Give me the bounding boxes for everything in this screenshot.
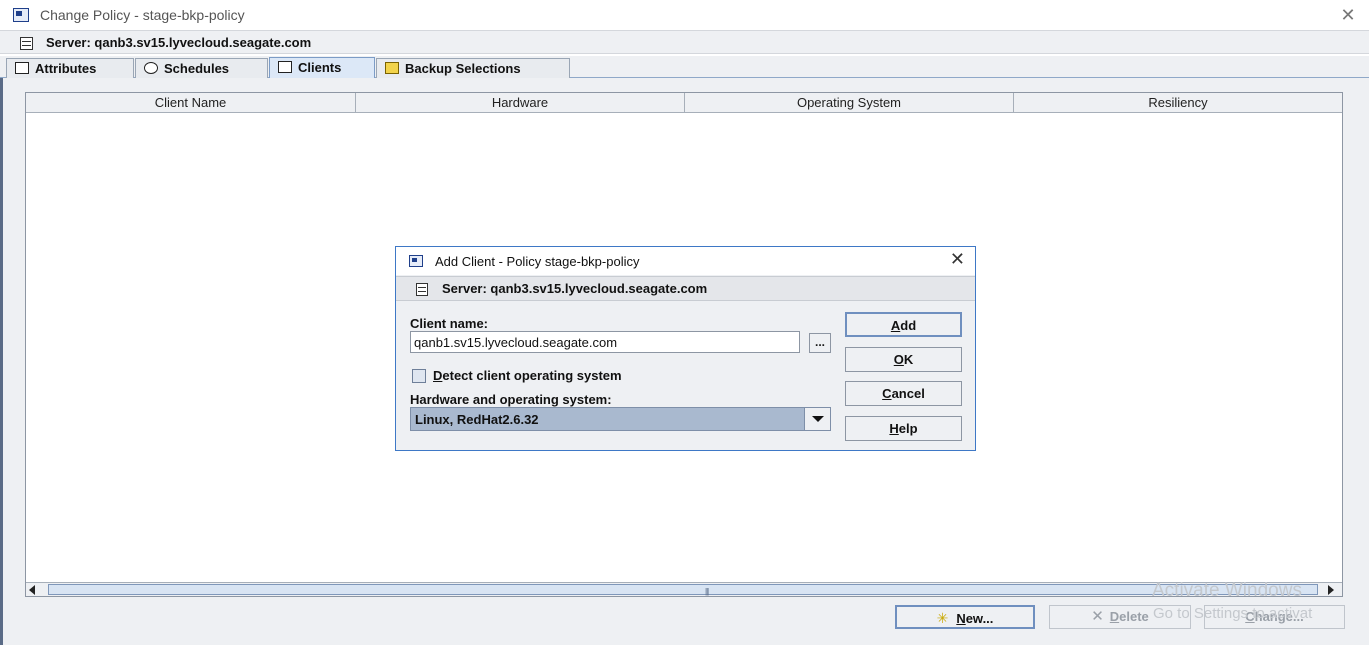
cancel-button[interactable]: Cancel: [845, 381, 962, 406]
detect-os-checkbox[interactable]: [412, 369, 426, 383]
server-label: Server: qanb3.sv15.lyvecloud.seagate.com: [46, 35, 312, 50]
clients-icon: [278, 61, 292, 73]
scroll-right-icon[interactable]: [1328, 585, 1334, 595]
dialog-server-icon: [416, 283, 428, 296]
new-star-icon: ✳: [936, 610, 949, 626]
dialog-titlebar: Add Client - Policy stage-bkp-policy ✕: [396, 247, 975, 275]
detect-os-label[interactable]: Detect client operating system: [433, 368, 622, 383]
tab-attributes-label: Attributes: [35, 61, 97, 76]
window-title: Change Policy - stage-bkp-policy: [40, 7, 245, 23]
column-header-operating-system[interactable]: Operating System: [685, 93, 1014, 113]
scrollbar-grip-icon: |||: [705, 587, 709, 596]
column-header-hardware[interactable]: Hardware: [356, 93, 685, 113]
tab-backup-selections[interactable]: Backup Selections: [376, 58, 570, 78]
window-titlebar: Change Policy - stage-bkp-policy ✕: [0, 0, 1369, 30]
help-mnemonic: H: [889, 421, 899, 436]
activate-windows-watermark: Activate Windows: [1152, 580, 1302, 601]
schedules-icon: [144, 62, 158, 74]
ok-button[interactable]: OK: [845, 347, 962, 372]
browse-clients-button[interactable]: ...: [809, 333, 831, 353]
netbackup-app-icon: [13, 8, 29, 22]
server-bar: Server: qanb3.sv15.lyvecloud.seagate.com: [0, 30, 1369, 54]
activate-windows-hint: Go to Settings to activat: [1153, 605, 1313, 622]
dialog-title: Add Client - Policy stage-bkp-policy: [435, 254, 640, 269]
server-icon: [20, 37, 33, 50]
dialog-server-bar: Server: qanb3.sv15.lyvecloud.seagate.com: [396, 276, 975, 301]
help-button[interactable]: Help: [845, 416, 962, 441]
cancel-mnemonic: C: [882, 386, 892, 401]
new-button-label: ew...: [965, 611, 994, 626]
tab-clients-label: Clients: [298, 60, 342, 75]
ok-label: K: [903, 352, 914, 367]
delete-x-icon: ✕: [1091, 608, 1104, 625]
add-label: dd: [900, 318, 917, 333]
hw-os-select[interactable]: Linux, RedHat2.6.32: [410, 407, 831, 431]
window-close-button[interactable]: ✕: [1337, 4, 1359, 26]
policy-tabs: Attributes Schedules Clients Backup Sele…: [0, 56, 1369, 79]
chevron-down-icon[interactable]: [804, 408, 830, 430]
hw-os-label: Hardware and operating system:: [410, 392, 612, 407]
attributes-icon: [15, 62, 29, 74]
delete-button-label: elete: [1119, 609, 1149, 624]
new-button-mnemonic: N: [956, 611, 966, 626]
tab-schedules-label: Schedules: [164, 61, 230, 76]
client-name-input[interactable]: qanb1.sv15.lyvecloud.seagate.com: [410, 331, 800, 353]
dialog-server-label: Server: qanb3.sv15.lyvecloud.seagate.com: [442, 281, 708, 296]
new-client-button[interactable]: ✳ New...: [895, 605, 1035, 629]
dialog-close-button[interactable]: ✕: [950, 249, 965, 270]
column-header-resiliency[interactable]: Resiliency: [1014, 93, 1342, 113]
detect-os-mnemonic: D: [433, 368, 443, 383]
add-button[interactable]: Add: [845, 312, 962, 337]
dialog-app-icon: [409, 255, 423, 267]
column-header-client-name[interactable]: Client Name: [26, 93, 356, 113]
scrollbar-thumb[interactable]: |||: [48, 584, 1318, 596]
horizontal-scrollbar[interactable]: |||: [26, 582, 1342, 596]
tab-clients[interactable]: Clients: [269, 57, 375, 79]
backup-selections-icon: [385, 62, 399, 74]
delete-button-mnemonic: D: [1109, 609, 1120, 624]
left-edge-strip: [0, 78, 3, 645]
tab-attributes[interactable]: Attributes: [6, 58, 134, 78]
hw-os-selected-value: Linux, RedHat2.6.32: [415, 412, 539, 427]
add-client-dialog: Add Client - Policy stage-bkp-policy ✕ S…: [395, 246, 976, 451]
table-header: Client Name Hardware Operating System Re…: [26, 93, 1342, 113]
help-label: elp: [898, 421, 918, 436]
cancel-label: ancel: [891, 386, 925, 401]
detect-os-label-text: etect client operating system: [442, 368, 622, 383]
scroll-left-icon[interactable]: [29, 585, 35, 595]
add-mnemonic: A: [890, 318, 901, 333]
tab-backup-selections-label: Backup Selections: [405, 61, 521, 76]
tab-schedules[interactable]: Schedules: [135, 58, 268, 78]
ok-mnemonic: O: [893, 352, 904, 367]
client-name-label: Client name:: [410, 316, 489, 331]
